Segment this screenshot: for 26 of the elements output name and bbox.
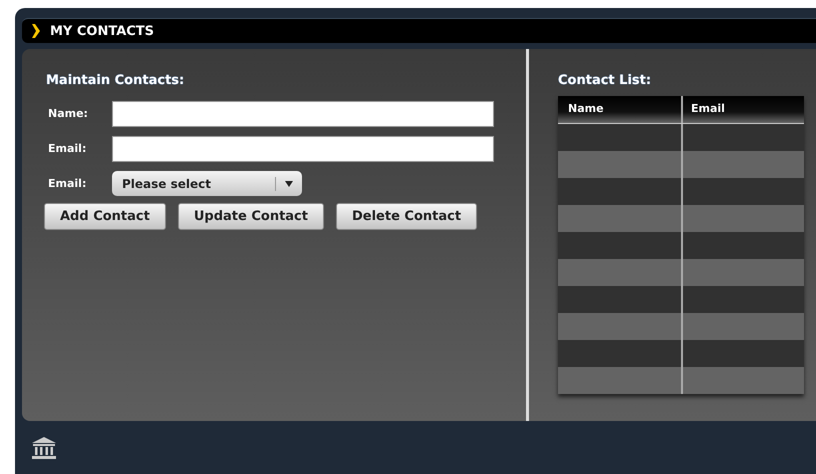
table-row[interactable] <box>558 178 804 205</box>
field-label: Email: <box>47 142 88 155</box>
section-heading: Contact List: <box>558 73 652 88</box>
table-row[interactable] <box>558 205 804 232</box>
action-button[interactable]: Add Contact <box>44 203 166 230</box>
field-label: Name: <box>47 107 89 120</box>
table-row[interactable] <box>558 340 804 367</box>
section-heading: Maintain Contacts: <box>46 73 186 88</box>
input-field[interactable] <box>112 136 494 162</box>
select-dropdown[interactable]: Please select <box>112 171 302 196</box>
table-row[interactable] <box>558 259 804 286</box>
action-button[interactable]: Update Contact <box>178 203 324 230</box>
table-row[interactable] <box>558 124 804 151</box>
column-header: Name <box>567 101 605 117</box>
table-row[interactable] <box>558 286 804 313</box>
field-label: Email: <box>47 177 88 190</box>
table-row[interactable] <box>558 151 804 178</box>
action-button[interactable]: Delete Contact <box>336 203 478 230</box>
bank-icon[interactable] <box>32 436 56 458</box>
caret-icon <box>285 180 293 186</box>
table-row[interactable] <box>558 313 804 340</box>
input-field[interactable] <box>112 100 494 126</box>
table-row[interactable] <box>558 232 804 259</box>
table-row[interactable] <box>558 367 804 394</box>
window-title: MY CONTACTS <box>50 24 154 38</box>
chevron-icon <box>32 24 40 38</box>
